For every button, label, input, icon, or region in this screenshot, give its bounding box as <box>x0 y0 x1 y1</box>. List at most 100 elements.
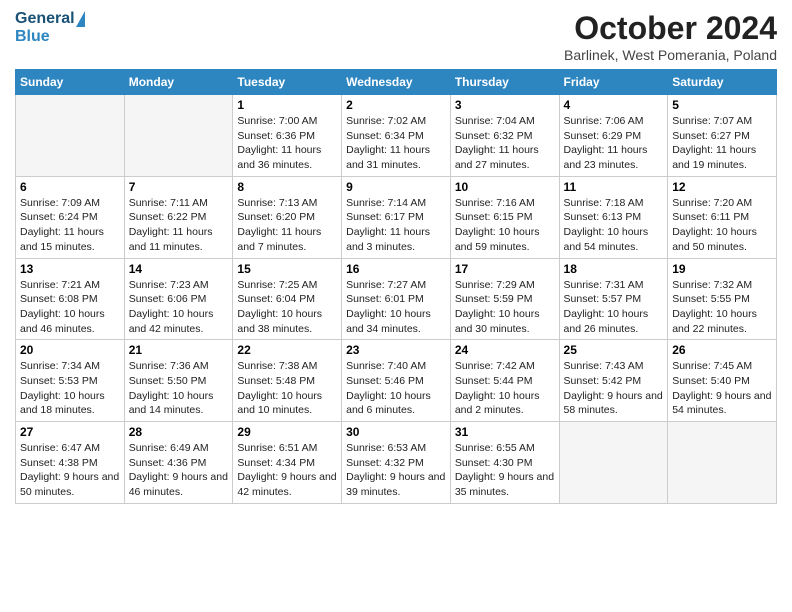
day-info: Sunrise: 7:20 AM Sunset: 6:11 PM Dayligh… <box>672 196 772 255</box>
day-info: Sunrise: 7:07 AM Sunset: 6:27 PM Dayligh… <box>672 114 772 173</box>
calendar-cell: 22 Sunrise: 7:38 AM Sunset: 5:48 PM Dayli… <box>233 340 342 422</box>
calendar-cell: 31 Sunrise: 6:55 AM Sunset: 4:30 PM Dayli… <box>450 422 559 504</box>
calendar-cell: 9 Sunrise: 7:14 AM Sunset: 6:17 PM Daylig… <box>342 176 451 258</box>
day-info: Sunrise: 7:43 AM Sunset: 5:42 PM Dayligh… <box>564 359 664 418</box>
logo-triangle-icon <box>76 11 85 27</box>
day-info: Sunrise: 7:00 AM Sunset: 6:36 PM Dayligh… <box>237 114 337 173</box>
day-info: Sunrise: 6:55 AM Sunset: 4:30 PM Dayligh… <box>455 441 555 500</box>
weekday-header-sunday: Sunday <box>16 70 125 95</box>
logo: General Blue <box>15 10 85 46</box>
day-number: 10 <box>455 180 555 194</box>
day-number: 11 <box>564 180 664 194</box>
weekday-header-thursday: Thursday <box>450 70 559 95</box>
day-number: 18 <box>564 262 664 276</box>
day-info: Sunrise: 6:53 AM Sunset: 4:32 PM Dayligh… <box>346 441 446 500</box>
weekday-header-monday: Monday <box>124 70 233 95</box>
month-title: October 2024 <box>564 10 777 47</box>
calendar-week-2: 6 Sunrise: 7:09 AM Sunset: 6:24 PM Daylig… <box>16 176 777 258</box>
day-number: 1 <box>237 98 337 112</box>
day-info: Sunrise: 7:04 AM Sunset: 6:32 PM Dayligh… <box>455 114 555 173</box>
day-number: 6 <box>20 180 120 194</box>
day-info: Sunrise: 7:34 AM Sunset: 5:53 PM Dayligh… <box>20 359 120 418</box>
day-info: Sunrise: 7:40 AM Sunset: 5:46 PM Dayligh… <box>346 359 446 418</box>
day-number: 16 <box>346 262 446 276</box>
calendar-cell: 29Sunrise: 6:51 AM Sunset: 4:34 PM Dayli… <box>233 422 342 504</box>
calendar-cell: 6 Sunrise: 7:09 AM Sunset: 6:24 PM Daylig… <box>16 176 125 258</box>
day-number: 12 <box>672 180 772 194</box>
day-number: 2 <box>346 98 446 112</box>
day-info: Sunrise: 7:42 AM Sunset: 5:44 PM Dayligh… <box>455 359 555 418</box>
calendar-cell: 28 Sunrise: 6:49 AM Sunset: 4:36 PM Dayli… <box>124 422 233 504</box>
calendar-week-1: 1 Sunrise: 7:00 AM Sunset: 6:36 PM Daylig… <box>16 95 777 177</box>
day-number: 4 <box>564 98 664 112</box>
weekday-header-friday: Friday <box>559 70 668 95</box>
day-info: Sunrise: 7:25 AM Sunset: 6:04 PM Dayligh… <box>237 278 337 337</box>
day-info: Sunrise: 7:45 AM Sunset: 5:40 PM Dayligh… <box>672 359 772 418</box>
day-number: 5 <box>672 98 772 112</box>
weekday-header-row: SundayMondayTuesdayWednesdayThursdayFrid… <box>16 70 777 95</box>
day-info: Sunrise: 7:16 AM Sunset: 6:15 PM Dayligh… <box>455 196 555 255</box>
calendar-cell: 5 Sunrise: 7:07 AM Sunset: 6:27 PM Daylig… <box>668 95 777 177</box>
day-number: 31 <box>455 425 555 439</box>
day-number: 22 <box>237 343 337 357</box>
day-number: 7 <box>129 180 229 194</box>
day-info: Sunrise: 7:09 AM Sunset: 6:24 PM Dayligh… <box>20 196 120 255</box>
day-number: 28 <box>129 425 229 439</box>
day-info: Sunrise: 7:06 AM Sunset: 6:29 PM Dayligh… <box>564 114 664 173</box>
day-info: Sunrise: 7:21 AM Sunset: 6:08 PM Dayligh… <box>20 278 120 337</box>
day-info: Sunrise: 6:49 AM Sunset: 4:36 PM Dayligh… <box>129 441 229 500</box>
day-info: Sunrise: 7:36 AM Sunset: 5:50 PM Dayligh… <box>129 359 229 418</box>
day-info: Sunrise: 7:31 AM Sunset: 5:57 PM Dayligh… <box>564 278 664 337</box>
calendar-cell: 19 Sunrise: 7:32 AM Sunset: 5:55 PM Dayli… <box>668 258 777 340</box>
day-number: 24 <box>455 343 555 357</box>
calendar-cell: 27 Sunrise: 6:47 AM Sunset: 4:38 PM Dayli… <box>16 422 125 504</box>
day-number: 14 <box>129 262 229 276</box>
day-info: Sunrise: 7:23 AM Sunset: 6:06 PM Dayligh… <box>129 278 229 337</box>
calendar-cell <box>559 422 668 504</box>
day-number: 23 <box>346 343 446 357</box>
calendar-cell: 17Sunrise: 7:29 AM Sunset: 5:59 PM Dayli… <box>450 258 559 340</box>
calendar-cell: 10 Sunrise: 7:16 AM Sunset: 6:15 PM Dayli… <box>450 176 559 258</box>
day-info: Sunrise: 6:47 AM Sunset: 4:38 PM Dayligh… <box>20 441 120 500</box>
day-number: 15 <box>237 262 337 276</box>
day-number: 26 <box>672 343 772 357</box>
day-info: Sunrise: 7:13 AM Sunset: 6:20 PM Dayligh… <box>237 196 337 255</box>
calendar-cell <box>16 95 125 177</box>
day-number: 8 <box>237 180 337 194</box>
calendar-cell: 25Sunrise: 7:43 AM Sunset: 5:42 PM Dayli… <box>559 340 668 422</box>
day-number: 19 <box>672 262 772 276</box>
logo-general: General <box>15 10 75 28</box>
day-number: 27 <box>20 425 120 439</box>
calendar-cell: 23 Sunrise: 7:40 AM Sunset: 5:46 PM Dayli… <box>342 340 451 422</box>
calendar-cell: 20 Sunrise: 7:34 AM Sunset: 5:53 PM Dayli… <box>16 340 125 422</box>
calendar-cell: 11 Sunrise: 7:18 AM Sunset: 6:13 PM Dayli… <box>559 176 668 258</box>
calendar-cell: 2Sunrise: 7:02 AM Sunset: 6:34 PM Daylig… <box>342 95 451 177</box>
day-info: Sunrise: 7:11 AM Sunset: 6:22 PM Dayligh… <box>129 196 229 255</box>
day-number: 30 <box>346 425 446 439</box>
day-info: Sunrise: 6:51 AM Sunset: 4:34 PM Dayligh… <box>237 441 337 500</box>
day-number: 13 <box>20 262 120 276</box>
day-info: Sunrise: 7:27 AM Sunset: 6:01 PM Dayligh… <box>346 278 446 337</box>
calendar-cell: 12 Sunrise: 7:20 AM Sunset: 6:11 PM Dayli… <box>668 176 777 258</box>
calendar-cell: 7 Sunrise: 7:11 AM Sunset: 6:22 PM Daylig… <box>124 176 233 258</box>
weekday-header-wednesday: Wednesday <box>342 70 451 95</box>
day-number: 9 <box>346 180 446 194</box>
page-header: General Blue October 2024 Barlinek, West… <box>15 10 777 63</box>
calendar-cell: 24 Sunrise: 7:42 AM Sunset: 5:44 PM Dayli… <box>450 340 559 422</box>
day-info: Sunrise: 7:14 AM Sunset: 6:17 PM Dayligh… <box>346 196 446 255</box>
calendar-cell: 21 Sunrise: 7:36 AM Sunset: 5:50 PM Dayli… <box>124 340 233 422</box>
day-number: 20 <box>20 343 120 357</box>
day-info: Sunrise: 7:38 AM Sunset: 5:48 PM Dayligh… <box>237 359 337 418</box>
calendar-cell: 16 Sunrise: 7:27 AM Sunset: 6:01 PM Dayli… <box>342 258 451 340</box>
calendar-cell <box>124 95 233 177</box>
calendar-cell: 1 Sunrise: 7:00 AM Sunset: 6:36 PM Daylig… <box>233 95 342 177</box>
calendar-table: SundayMondayTuesdayWednesdayThursdayFrid… <box>15 69 777 504</box>
day-number: 21 <box>129 343 229 357</box>
day-info: Sunrise: 7:18 AM Sunset: 6:13 PM Dayligh… <box>564 196 664 255</box>
calendar-cell: 3Sunrise: 7:04 AM Sunset: 6:32 PM Daylig… <box>450 95 559 177</box>
calendar-week-3: 13 Sunrise: 7:21 AM Sunset: 6:08 PM Dayli… <box>16 258 777 340</box>
calendar-cell: 30 Sunrise: 6:53 AM Sunset: 4:32 PM Dayli… <box>342 422 451 504</box>
calendar-cell: 13 Sunrise: 7:21 AM Sunset: 6:08 PM Dayli… <box>16 258 125 340</box>
day-info: Sunrise: 7:32 AM Sunset: 5:55 PM Dayligh… <box>672 278 772 337</box>
day-info: Sunrise: 7:29 AM Sunset: 5:59 PM Dayligh… <box>455 278 555 337</box>
